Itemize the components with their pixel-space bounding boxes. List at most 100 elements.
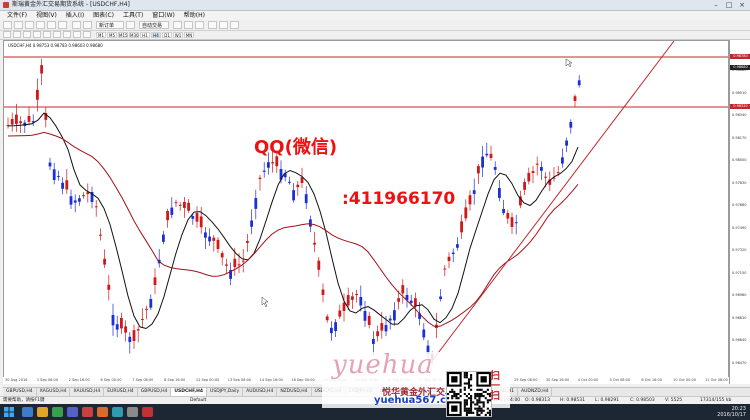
candle-body (330, 327, 333, 334)
menu-view[interactable]: 视图(V) (36, 11, 57, 20)
zoom-in-icon[interactable] (208, 21, 217, 29)
app-icon-6[interactable] (97, 407, 108, 417)
app-icon-4[interactable] (67, 407, 78, 417)
price-label: 0.98340 (732, 113, 747, 117)
main-toolbar: 新订单 自动交易 (0, 20, 750, 31)
candle-body (296, 184, 300, 188)
candle-body (355, 294, 358, 296)
candle-body (493, 167, 497, 170)
candle-body (372, 339, 375, 344)
app-icon-7[interactable] (112, 407, 123, 417)
minimize-button[interactable]: – (710, 1, 722, 9)
ie-icon[interactable] (22, 407, 33, 417)
candle-body (561, 157, 564, 164)
chart-tab[interactable]: GBPUSD,H4 (3, 388, 37, 396)
candle-body (241, 260, 245, 262)
experts-icon[interactable] (126, 21, 135, 29)
candle-body (292, 190, 295, 201)
trendline-icon[interactable] (43, 31, 51, 38)
price-chart[interactable]: USDCHF,H4 0.98753 0.98783 0.98603 0.9868… (3, 40, 729, 384)
time-label: 1 Sep 08:00 (36, 378, 58, 382)
tf-m1[interactable]: M1 (96, 32, 106, 38)
candle-body (128, 336, 132, 343)
candle-body (573, 96, 577, 101)
metaeditor-icon[interactable] (72, 21, 81, 29)
tf-m15[interactable]: M15 (118, 32, 128, 38)
tf-m30[interactable]: M30 (129, 32, 139, 38)
maximize-button[interactable]: □ (723, 1, 735, 9)
app-icon-8[interactable] (127, 407, 138, 417)
tf-mn[interactable]: MN (184, 32, 194, 38)
crosshair-icon[interactable] (13, 31, 21, 38)
new-chart-icon[interactable] (3, 21, 12, 29)
market-watch-icon[interactable] (25, 21, 34, 29)
chart-tab[interactable]: NZDUSD,H4 (277, 388, 312, 396)
app-icon-5[interactable] (82, 407, 93, 417)
close-button[interactable]: × (736, 1, 748, 9)
new-order-button[interactable]: 新订单 (96, 21, 124, 29)
candle-chart-icon[interactable] (184, 21, 193, 29)
price-label: 0.96980 (732, 293, 747, 297)
media-icon[interactable] (52, 407, 63, 417)
candle-body (40, 65, 43, 74)
menu-tools[interactable]: 工具(T) (123, 11, 143, 20)
chart-tab[interactable]: GBPUSD,H4 (138, 388, 172, 396)
candle-body (183, 202, 186, 208)
auto-trade-button[interactable]: 自动交易 (139, 21, 169, 29)
tester-icon[interactable] (58, 21, 67, 29)
tf-w1[interactable]: W1 (173, 32, 183, 38)
chart-tab[interactable]: AUDNZD,H4 (518, 388, 553, 396)
menu-insert[interactable]: 插入(I) (66, 11, 84, 20)
line-chart-icon[interactable] (195, 21, 204, 29)
options-icon[interactable] (83, 21, 92, 29)
candle-body (216, 239, 220, 249)
candle-body (204, 232, 207, 238)
menu-help[interactable]: 帮助(H) (184, 11, 205, 20)
chart-tab[interactable]: EURUSD,H4 (104, 388, 138, 396)
candle-body (321, 289, 325, 295)
chart-tab[interactable]: AUDUSD,H4 (243, 388, 278, 396)
chart-tab[interactable]: XAGUSD,H4 (37, 388, 71, 396)
terminal-icon[interactable] (47, 21, 56, 29)
text-icon[interactable] (73, 31, 81, 38)
candle-body (124, 326, 127, 333)
watermark-qq: QQ(微信) (254, 137, 338, 158)
menu-window[interactable]: 窗口(W) (152, 11, 175, 20)
candle-body (27, 116, 31, 122)
channel-icon[interactable] (53, 31, 61, 38)
tf-m5[interactable]: M5 (107, 32, 117, 38)
cursor-icon[interactable] (3, 31, 11, 38)
candle-body (78, 198, 81, 202)
candle-body (313, 242, 316, 245)
candle-body (489, 153, 493, 158)
bar-chart-icon[interactable] (173, 21, 182, 29)
trendline[interactable] (425, 41, 675, 370)
candle-body (220, 253, 224, 258)
profiles-icon[interactable] (14, 21, 23, 29)
candle-body (523, 181, 526, 190)
zoom-out-icon[interactable] (219, 21, 228, 29)
candle-body (565, 140, 568, 146)
chart-tab[interactable]: USDJPY,Daily (207, 388, 244, 396)
candle-body (409, 300, 413, 304)
horizontal-line-icon[interactable] (33, 31, 41, 38)
fibonacci-icon[interactable] (63, 31, 71, 38)
trading-terminal-icon[interactable] (142, 407, 153, 417)
navigator-icon[interactable] (36, 21, 45, 29)
tf-h1[interactable]: H1 (140, 32, 150, 38)
menu-chart[interactable]: 图表(C) (93, 11, 114, 20)
tf-h4[interactable]: H4 (151, 32, 161, 38)
candle-body (233, 258, 237, 268)
menu-file[interactable]: 文件(F) (7, 11, 27, 20)
folder-icon[interactable] (37, 407, 48, 417)
clock[interactable]: 20:23 2016/10/17 (717, 406, 746, 418)
candle-body (359, 297, 363, 306)
windows-start-icon[interactable] (4, 407, 14, 417)
tf-d1[interactable]: D1 (162, 32, 172, 38)
qr-caption: 扫一扫 (490, 371, 500, 402)
vertical-line-icon[interactable] (23, 31, 31, 38)
chart-tab[interactable]: USDCHF,H4 (171, 388, 208, 396)
tile-windows-icon[interactable] (230, 21, 239, 29)
chart-tab[interactable]: XAUUSD,H4 (70, 388, 105, 396)
arrow-icon[interactable] (83, 31, 91, 38)
